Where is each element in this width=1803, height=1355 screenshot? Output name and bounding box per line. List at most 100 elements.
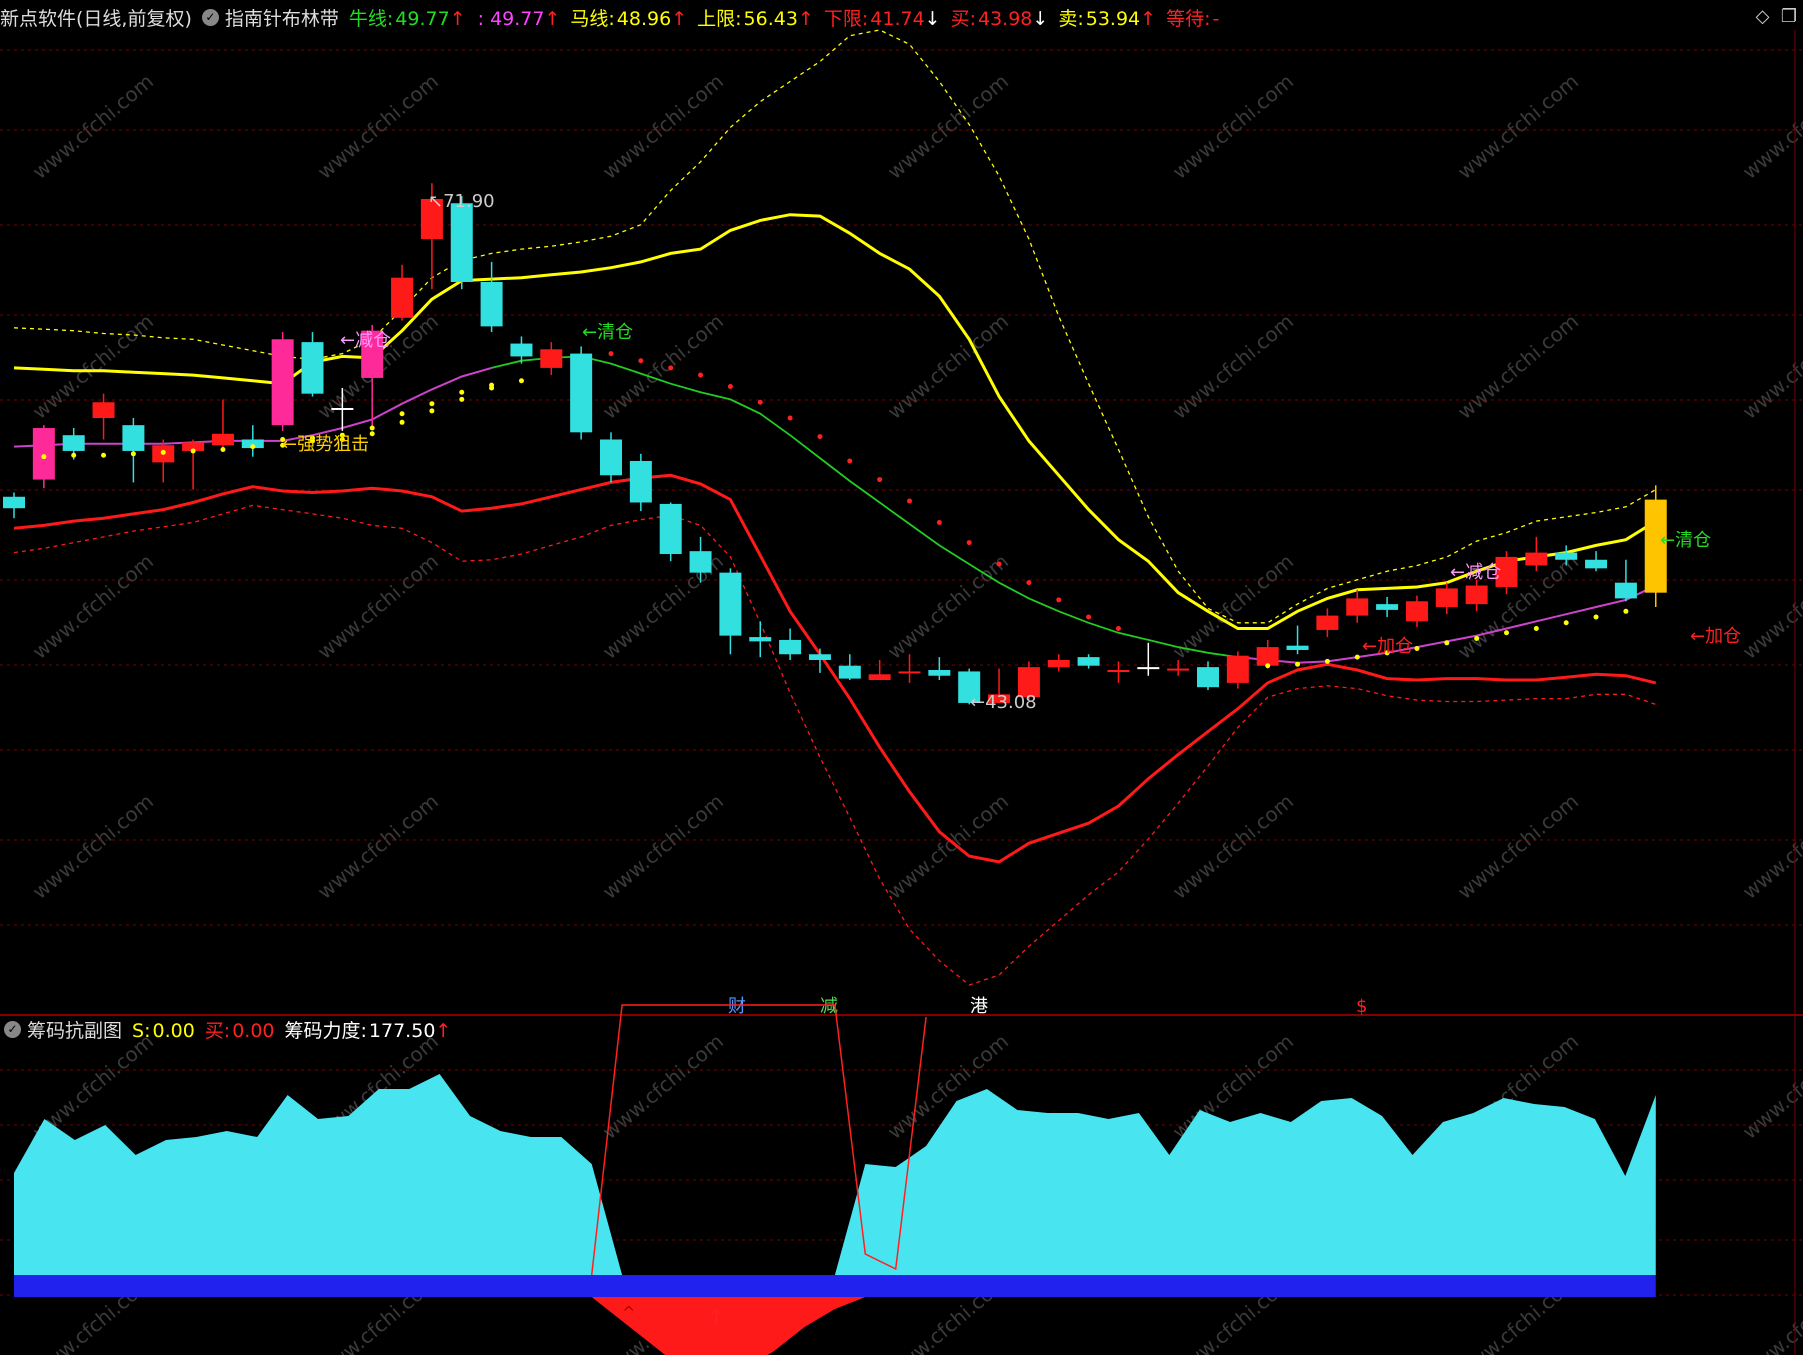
sell-dot — [907, 498, 912, 504]
marker-label: $ — [1356, 996, 1367, 1017]
reduce-position-label-2: ←减仓 — [1450, 562, 1501, 583]
watermark-text: www.cfchi.com — [1453, 69, 1583, 184]
candle-body — [1077, 657, 1100, 666]
chip-area — [14, 1074, 1656, 1275]
candle-body — [450, 203, 473, 282]
candle-body — [719, 572, 742, 636]
sub-header-item: S: 0.00 — [132, 1020, 195, 1042]
candle-body — [540, 349, 563, 368]
watermark-text: www.cfchi.com — [1738, 789, 1803, 904]
chart-canvas[interactable]: www.cfchi.com www.cfchi.com www.cfchi.com w… — [0, 0, 1803, 1355]
candle-body — [271, 339, 294, 426]
sell-dot — [936, 520, 942, 526]
sell-dot — [638, 358, 644, 364]
candle-body — [808, 654, 831, 660]
high-price-label: ↖71.90 — [428, 191, 495, 212]
support-dot — [1295, 661, 1301, 667]
watermark-text: www.cfchi.com — [883, 309, 1013, 424]
candle-body — [62, 435, 85, 451]
sell-dot — [608, 351, 614, 357]
watermark-text: www.cfchi.com — [313, 789, 443, 904]
candle-body — [510, 343, 533, 357]
watermark-text: www.cfchi.com — [598, 69, 728, 184]
candle-body — [32, 428, 55, 480]
sub-indicator-toggle-icon[interactable]: ✓ — [4, 1020, 21, 1038]
candle-body — [629, 460, 652, 503]
candle-body — [1226, 655, 1249, 683]
candle-body — [838, 665, 861, 679]
candle-body — [570, 353, 593, 433]
watermark-text: www.cfchi.com — [1453, 789, 1583, 904]
sub-header-value: 0.00 — [232, 1019, 275, 1042]
support-dot — [429, 408, 435, 414]
base-bar — [14, 1275, 1656, 1297]
support-dot — [1414, 646, 1420, 652]
sub-header-label: 筹码力度: — [284, 1019, 367, 1042]
candle-body — [1256, 647, 1279, 666]
support-dot — [489, 385, 495, 391]
watermark-text: www.cfchi.com — [313, 549, 443, 664]
support-dot — [71, 452, 77, 458]
reduce-position-label: ←减仓 — [340, 330, 391, 351]
support-dot — [1444, 640, 1450, 646]
candle-body — [1525, 552, 1548, 566]
watermark-text: www.cfchi.com — [1738, 1029, 1803, 1144]
support-dot — [220, 447, 226, 453]
support-dot — [1354, 654, 1360, 660]
arrow-up-icon: ↑ — [707, 1306, 725, 1331]
sub-header-item: 买: 0.00 — [205, 1020, 275, 1042]
candle-body — [1197, 667, 1219, 688]
candle-body — [1286, 645, 1309, 650]
clear-position-label: ←清仓 — [582, 322, 633, 343]
candle-body — [779, 639, 802, 655]
sell-dot — [1115, 625, 1121, 631]
candle-body — [1107, 670, 1130, 673]
candle-body — [1376, 604, 1399, 610]
candle-body — [1405, 601, 1428, 622]
watermark-text: www.cfchi.com — [1738, 549, 1803, 664]
watermark-text: www.cfchi.com — [1738, 1269, 1803, 1355]
sub-indicator-name[interactable]: 筹码抗副图 — [27, 1016, 122, 1043]
buy-dot — [459, 389, 465, 395]
marker-label: 财 — [728, 996, 746, 1017]
candle-body — [1465, 585, 1488, 605]
watermark-text: www.cfchi.com — [1168, 549, 1298, 664]
candle-body — [301, 342, 324, 394]
candle-body — [659, 503, 682, 555]
sell-dot — [1026, 580, 1032, 586]
strong-block-label: ←强势狙击 — [282, 434, 369, 455]
support-dot — [399, 419, 405, 425]
sub-chart-header: ✓ 筹码抗副图 S: 0.00 买: 0.00 筹码力度: 177.50↑ — [0, 1012, 467, 1046]
sub-header-label: 买: — [204, 1019, 231, 1042]
support-dot — [160, 449, 166, 455]
watermark-text: www.cfchi.com — [1738, 69, 1803, 184]
upper-dashed-line — [13, 29, 1657, 624]
low-price-label: ←43.08 — [970, 692, 1037, 713]
watermark-text: www.cfchi.com — [28, 69, 158, 184]
sell-dot — [966, 540, 972, 546]
candle-body — [1555, 552, 1578, 560]
lower-dashed-line — [13, 504, 1657, 986]
watermark-text: www.cfchi.com — [883, 549, 1013, 664]
support-dot — [1623, 608, 1629, 614]
candle-body — [1585, 559, 1608, 569]
watermark-text: www.cfchi.com — [598, 789, 728, 904]
watermark-text: www.cfchi.com — [1453, 309, 1583, 424]
sell-dot — [698, 372, 704, 378]
candle-body — [391, 277, 414, 318]
candle-body — [898, 671, 921, 674]
candle-body — [122, 425, 145, 451]
arrow-up-icon: ↑ — [435, 1019, 452, 1042]
watermark-text: www.cfchi.com — [28, 549, 158, 664]
candle-body — [600, 439, 622, 476]
support-dot — [1593, 614, 1599, 620]
lower-band-line — [13, 473, 1657, 864]
sell-dot — [817, 434, 823, 440]
candle-body — [749, 637, 772, 642]
candle-body — [1316, 615, 1339, 630]
support-dot — [459, 396, 465, 402]
watermark-text: www.cfchi.com — [1738, 309, 1803, 424]
sell-dot — [1086, 614, 1092, 620]
bollinger-bands — [13, 29, 1657, 986]
watermark-text: www.cfchi.com — [883, 789, 1013, 904]
